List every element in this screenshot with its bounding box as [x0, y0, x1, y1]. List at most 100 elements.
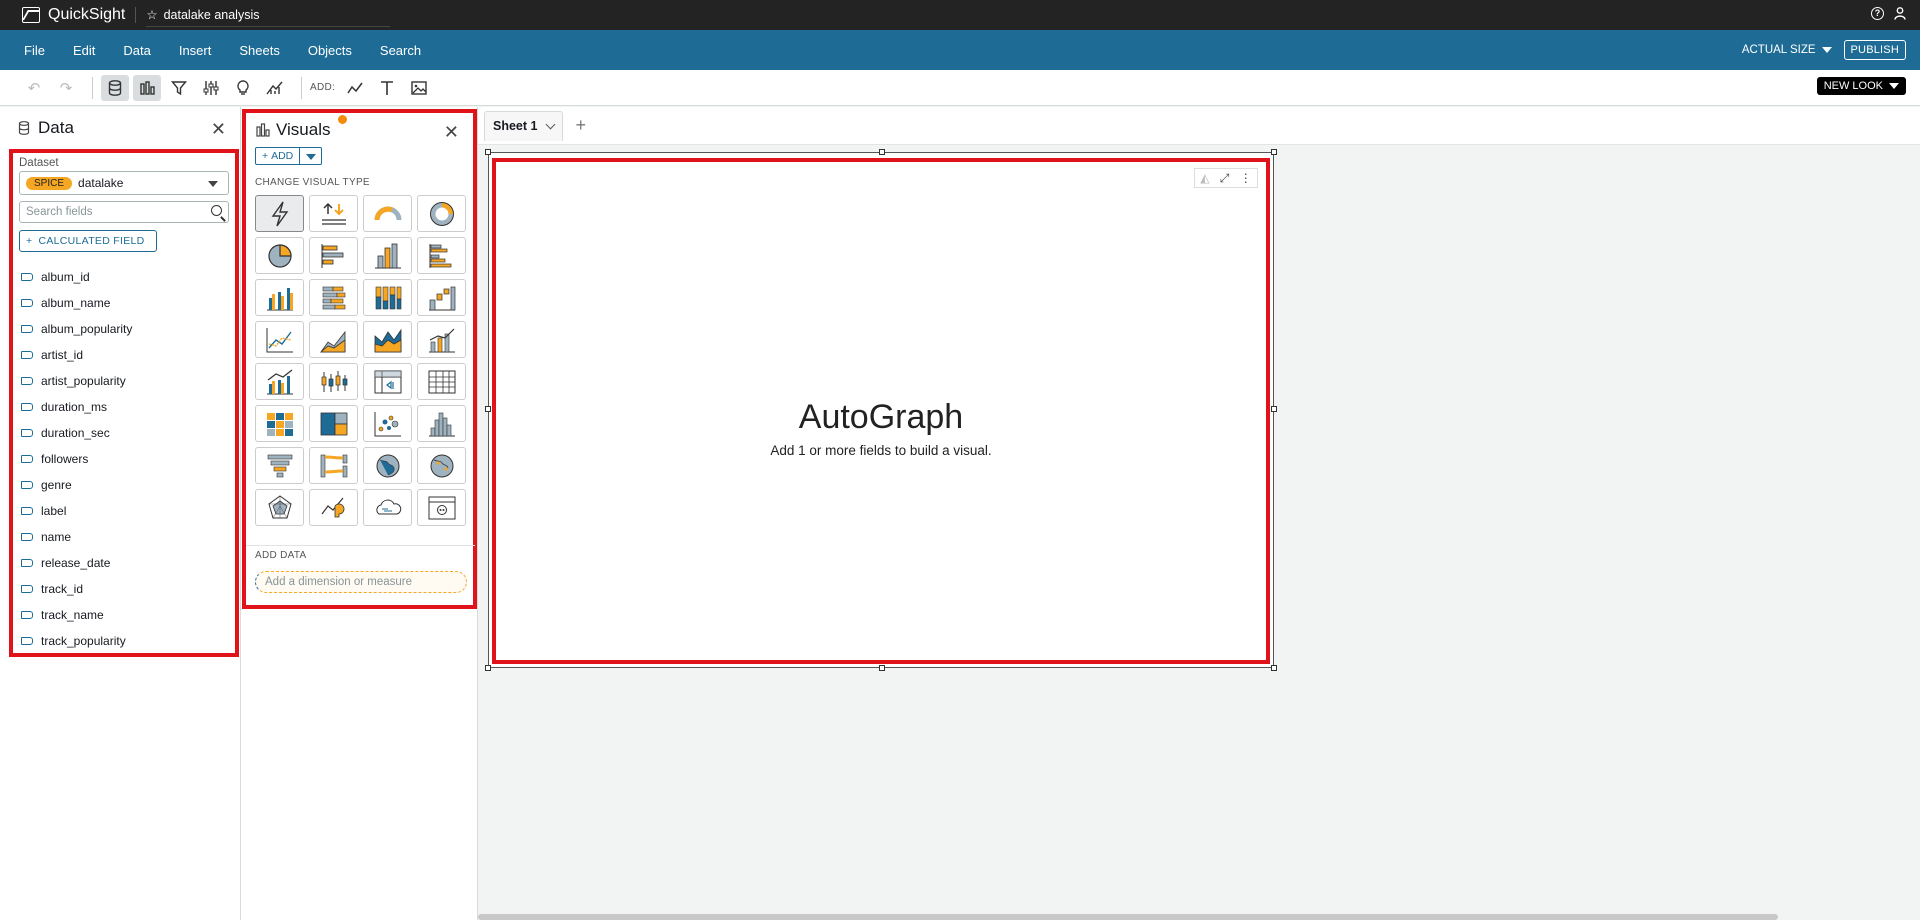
field-item[interactable]: duration_sec: [19, 420, 229, 446]
horizontal-bar-visual-type[interactable]: [309, 237, 358, 274]
histogram-visual-type[interactable]: [417, 405, 466, 442]
add-text-icon[interactable]: [373, 75, 401, 101]
new-look-toggle[interactable]: NEW LOOK: [1816, 77, 1906, 95]
insights-bulb-icon[interactable]: [229, 75, 257, 101]
points-on-map-visual-type[interactable]: [417, 447, 466, 484]
search-icon[interactable]: [211, 205, 222, 216]
vertical-bar-visual-type[interactable]: [363, 237, 412, 274]
user-icon[interactable]: [1894, 7, 1906, 23]
horizontal-scrollbar[interactable]: [478, 914, 1778, 920]
clustered-horizontal-bar-visual-type[interactable]: [417, 237, 466, 274]
radar-visual-type[interactable]: [255, 489, 304, 526]
star-icon[interactable]: ☆: [146, 7, 157, 22]
funnel-visual-type[interactable]: [255, 447, 304, 484]
redo-icon[interactable]: ↷: [52, 75, 80, 101]
field-item[interactable]: album_name: [19, 290, 229, 316]
field-item[interactable]: track_popularity: [19, 628, 229, 654]
calculated-field-button[interactable]: + CALCULATED FIELD: [19, 230, 157, 252]
visuals-pane-toggle-icon[interactable]: [133, 74, 161, 101]
menu-edit[interactable]: Edit: [73, 43, 95, 58]
resize-handle[interactable]: [1271, 406, 1277, 412]
box-plot-visual-type[interactable]: [309, 363, 358, 400]
area-visual-type[interactable]: [309, 321, 358, 358]
more-options-icon[interactable]: ⋮: [1240, 171, 1252, 185]
sankey-visual-type[interactable]: [309, 447, 358, 484]
field-item[interactable]: track_name: [19, 602, 229, 628]
chevron-down-icon[interactable]: [546, 119, 556, 129]
field-item[interactable]: track_id: [19, 576, 229, 602]
stacked-bar-visual-type[interactable]: [363, 279, 412, 316]
word-cloud-visual-type[interactable]: [363, 489, 412, 526]
add-image-icon[interactable]: [405, 75, 433, 101]
waterfall-visual-type[interactable]: [417, 279, 466, 316]
combo-bar-line-visual-type[interactable]: [417, 321, 466, 358]
search-fields-input[interactable]: Search fields: [19, 201, 229, 223]
field-item[interactable]: album_popularity: [19, 316, 229, 342]
tree-map-visual-type[interactable]: [309, 405, 358, 442]
line-visual-type[interactable]: [255, 321, 304, 358]
heat-map-visual-type[interactable]: [255, 405, 304, 442]
forecast-icon[interactable]: [261, 75, 289, 101]
resize-handle[interactable]: [485, 406, 491, 412]
actual-size-dropdown[interactable]: ACTUAL SIZE: [1742, 44, 1832, 56]
field-name: track_name: [41, 608, 104, 622]
add-visual-button[interactable]: + ADD: [255, 147, 301, 165]
visual-type-grid: [246, 195, 473, 526]
stacked-area-visual-type[interactable]: [363, 321, 412, 358]
scatter-plot-visual-type[interactable]: [363, 405, 412, 442]
add-sheet-icon[interactable]: +: [575, 115, 586, 136]
resize-handle[interactable]: [1271, 149, 1277, 155]
menu-sheets[interactable]: Sheets: [239, 43, 279, 58]
field-item[interactable]: label: [19, 498, 229, 524]
resize-handle[interactable]: [879, 665, 885, 671]
menu-objects[interactable]: Objects: [308, 43, 352, 58]
autograph-visual-type[interactable]: [255, 195, 304, 232]
expand-icon[interactable]: ⤢: [1220, 171, 1230, 186]
menu-data[interactable]: Data: [123, 43, 150, 58]
tab-sheet-1[interactable]: Sheet 1: [484, 110, 564, 141]
field-item[interactable]: artist_id: [19, 342, 229, 368]
field-item[interactable]: duration_ms: [19, 394, 229, 420]
gauge-visual-type[interactable]: [363, 195, 412, 232]
add-line-icon[interactable]: [341, 75, 369, 101]
field-item[interactable]: genre: [19, 472, 229, 498]
pie-visual-type[interactable]: [255, 237, 304, 274]
undo-icon[interactable]: ↶: [20, 75, 48, 101]
field-item[interactable]: release_date: [19, 550, 229, 576]
close-icon[interactable]: ✕: [444, 122, 459, 143]
field-item[interactable]: name: [19, 524, 229, 550]
parameters-icon[interactable]: [197, 75, 225, 101]
resize-handle[interactable]: [879, 149, 885, 155]
insight-visual-type[interactable]: [309, 489, 358, 526]
resize-handle[interactable]: [485, 149, 491, 155]
field-item[interactable]: artist_popularity: [19, 368, 229, 394]
menu-search[interactable]: Search: [380, 43, 421, 58]
kpi-visual-type[interactable]: [309, 195, 358, 232]
clustered-bar-visual-type[interactable]: [255, 279, 304, 316]
visual-card[interactable]: ◭ ⤢ ⋮ AutoGraph Add 1 or more fields to …: [485, 149, 1277, 671]
custom-visual-content-type[interactable]: [417, 489, 466, 526]
menu-insert[interactable]: Insert: [179, 43, 212, 58]
stacked-horizontal-bar-visual-type[interactable]: [309, 279, 358, 316]
pivot-table-visual-type[interactable]: [363, 363, 412, 400]
field-item[interactable]: followers: [19, 446, 229, 472]
combo-clustered-line-visual-type[interactable]: [255, 363, 304, 400]
help-icon[interactable]: ?: [1871, 7, 1884, 20]
publish-button[interactable]: PUBLISH: [1843, 40, 1906, 60]
resize-handle[interactable]: [1271, 665, 1277, 671]
sheet-tab-label: Sheet 1: [493, 119, 538, 133]
data-pane-toggle-icon[interactable]: [101, 74, 129, 101]
close-icon[interactable]: ✕: [211, 119, 226, 140]
menu-file[interactable]: File: [24, 43, 45, 58]
field-drop-target[interactable]: Add a dimension or measure: [255, 571, 467, 593]
filter-icon[interactable]: [165, 75, 193, 101]
table-visual-type[interactable]: [417, 363, 466, 400]
dataset-select[interactable]: SPICE datalake: [19, 171, 229, 195]
filled-map-visual-type[interactable]: [363, 447, 412, 484]
donut-visual-type[interactable]: [417, 195, 466, 232]
resize-handle[interactable]: [485, 665, 491, 671]
analysis-title[interactable]: ☆ datalake analysis: [146, 3, 390, 27]
add-visual-dropdown[interactable]: [300, 147, 323, 165]
quicksight-logo[interactable]: QuickSight: [0, 6, 125, 24]
field-item[interactable]: album_id: [19, 264, 229, 290]
